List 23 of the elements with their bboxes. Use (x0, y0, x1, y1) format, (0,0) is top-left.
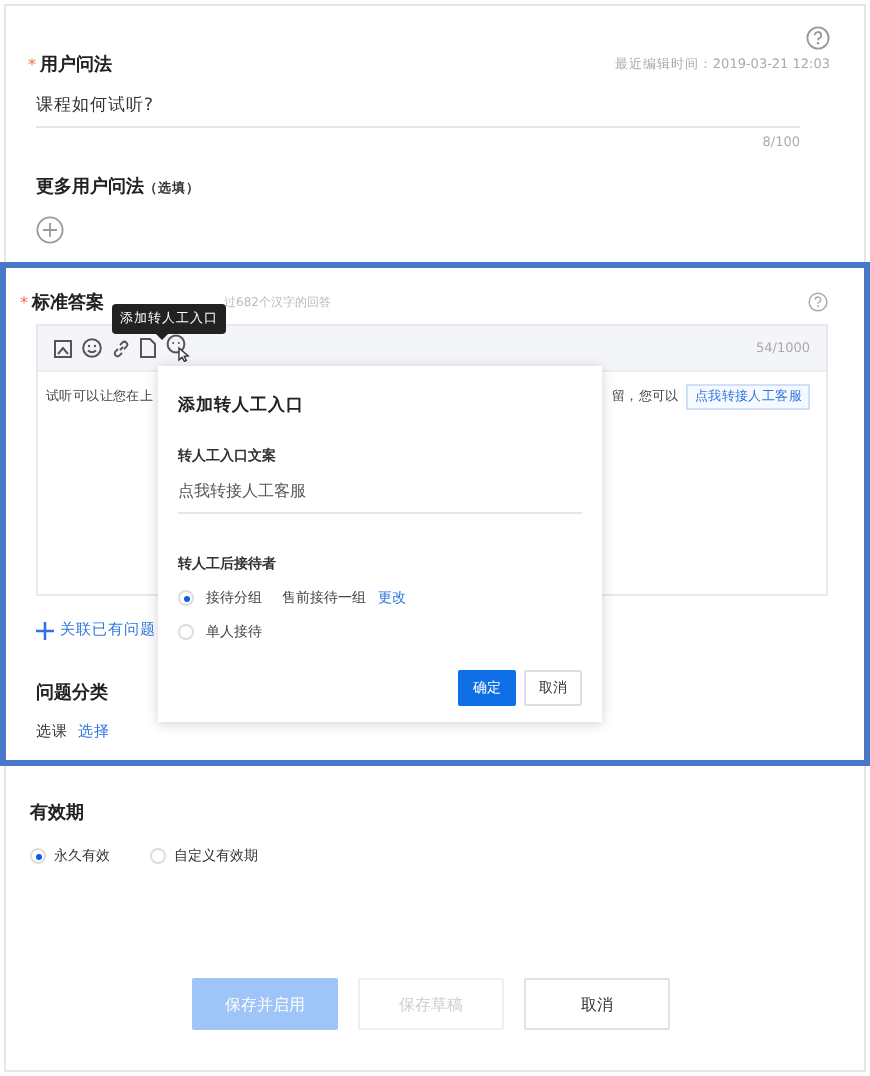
link-icon[interactable] (112, 339, 130, 357)
smiley-icon[interactable] (82, 338, 102, 358)
popup-title: 添加转人工入口 (178, 394, 306, 418)
file-icon[interactable] (140, 338, 156, 358)
plus-icon[interactable] (36, 621, 54, 639)
field-label: 问题分类 (36, 680, 108, 706)
radio-button[interactable] (150, 848, 166, 864)
help-icon[interactable] (806, 26, 830, 50)
cancel-button[interactable]: 取消 (524, 978, 670, 1030)
question-input[interactable]: 课程如何试听? (36, 94, 800, 128)
entry-text-input[interactable]: 点我转接人工客服 (178, 480, 582, 514)
field-label: 有效期 (30, 801, 86, 826)
add-icon[interactable] (36, 216, 64, 244)
agent-cursor-icon[interactable] (166, 334, 194, 362)
image-icon[interactable] (54, 339, 72, 357)
radio-button[interactable] (30, 848, 46, 864)
field-label: 标准答案 (32, 290, 104, 315)
required-mark: * (20, 293, 28, 311)
field-label: 用户问法 (40, 52, 112, 77)
radio-button[interactable] (178, 624, 194, 640)
field-label: 更多用户问法 (36, 174, 144, 200)
radio-button[interactable] (178, 590, 194, 606)
required-mark: * (28, 55, 36, 73)
